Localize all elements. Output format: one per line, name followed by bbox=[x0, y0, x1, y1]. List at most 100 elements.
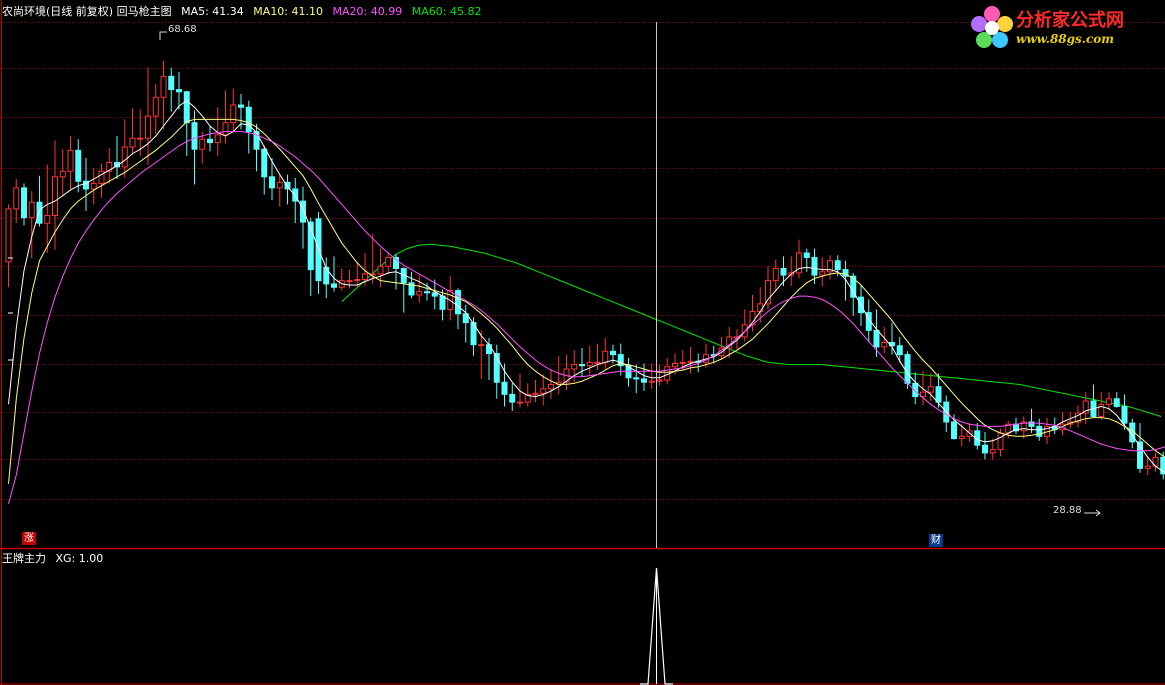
candle-body-down bbox=[982, 444, 988, 454]
candle-body-up bbox=[121, 146, 128, 168]
candle bbox=[160, 60, 167, 130]
candle bbox=[656, 364, 663, 386]
candle-body-down bbox=[904, 354, 911, 384]
ma20-line bbox=[8, 131, 1165, 504]
candle-body-down bbox=[331, 283, 337, 288]
moving-average-lines bbox=[8, 99, 1165, 504]
candle bbox=[982, 431, 988, 460]
candle-body-up bbox=[989, 449, 996, 454]
candle-body-up bbox=[586, 361, 593, 367]
candle bbox=[1044, 417, 1050, 445]
sub-panel-chart bbox=[640, 567, 673, 685]
candle-body-up bbox=[765, 280, 771, 305]
candle-body-up bbox=[594, 361, 601, 364]
candle-body-up bbox=[13, 187, 20, 210]
logo: 分析家公式网 www.88gs.com bbox=[968, 4, 1160, 52]
candle-body-up bbox=[757, 303, 764, 313]
candle bbox=[346, 269, 353, 289]
candle-body-up bbox=[1144, 465, 1151, 469]
candle-body-up bbox=[602, 350, 609, 363]
high-price-label: 68.68 bbox=[168, 24, 197, 35]
candle-body-down bbox=[486, 344, 492, 355]
candle bbox=[385, 251, 392, 274]
candle-body-up bbox=[160, 75, 167, 98]
candle-body-up bbox=[687, 360, 694, 363]
candle-body-up bbox=[958, 435, 965, 440]
candle bbox=[1059, 412, 1066, 436]
candle bbox=[501, 363, 508, 407]
candle bbox=[191, 110, 198, 185]
candle-body-up bbox=[679, 361, 686, 364]
candle bbox=[1020, 416, 1027, 439]
candle bbox=[121, 119, 128, 178]
candle-body-down bbox=[493, 353, 500, 383]
candle-body-up bbox=[137, 137, 144, 140]
ma60-line-group bbox=[341, 243, 1162, 417]
candle-body-down bbox=[207, 138, 213, 144]
candle-body-down bbox=[1113, 398, 1120, 408]
ma60-line bbox=[341, 243, 1162, 417]
candle bbox=[1152, 452, 1159, 472]
candlestick-series[interactable] bbox=[5, 60, 1165, 505]
candle-body-up bbox=[881, 341, 888, 348]
candle-body-up bbox=[52, 176, 58, 216]
candle bbox=[625, 357, 632, 387]
ma5-value: MA5: 41.34 bbox=[181, 5, 244, 18]
candle-body-up bbox=[199, 138, 206, 150]
candle-body-up bbox=[90, 182, 97, 190]
candle-body-up bbox=[152, 96, 159, 117]
candle bbox=[493, 344, 500, 399]
candle-body-up bbox=[927, 386, 934, 393]
candle-body-down bbox=[183, 91, 190, 124]
candle-body-up bbox=[656, 379, 663, 382]
start-badge: 涨 bbox=[22, 532, 36, 545]
candle bbox=[59, 149, 66, 197]
candle-body-up bbox=[59, 170, 66, 178]
candle-body-down bbox=[168, 75, 175, 91]
ma5-line bbox=[8, 99, 1165, 473]
candle-body-up bbox=[672, 362, 678, 368]
candle-body-up bbox=[67, 149, 74, 172]
candle bbox=[52, 140, 58, 250]
candle bbox=[300, 186, 306, 249]
candle bbox=[5, 204, 12, 288]
ma60-value: MA60: 45.82 bbox=[411, 5, 482, 18]
candle-body-down bbox=[36, 201, 43, 224]
candle bbox=[532, 380, 539, 403]
candle bbox=[44, 164, 51, 254]
candle-body-down bbox=[811, 256, 818, 276]
candle-body-up bbox=[648, 380, 655, 383]
candle bbox=[788, 256, 795, 287]
candle bbox=[106, 148, 113, 184]
candle-body-up bbox=[28, 201, 35, 219]
candle bbox=[633, 364, 640, 394]
candle bbox=[1121, 394, 1128, 430]
candle-body-up bbox=[540, 388, 547, 394]
candle-body-up bbox=[1106, 398, 1112, 405]
candle bbox=[540, 374, 547, 406]
candle-body-down bbox=[834, 260, 841, 271]
candle-body-down bbox=[803, 252, 810, 258]
candle-body-up bbox=[548, 383, 554, 390]
candle-body-down bbox=[238, 104, 244, 108]
chart-canvas[interactable] bbox=[0, 0, 1165, 685]
candle-body-up bbox=[354, 279, 361, 282]
candle-body-up bbox=[5, 208, 12, 263]
candle bbox=[989, 438, 996, 460]
candle-body-up bbox=[571, 364, 578, 370]
candle-body-down bbox=[261, 148, 268, 178]
candle bbox=[36, 175, 43, 227]
candle bbox=[548, 368, 554, 399]
candle-body-up bbox=[44, 214, 51, 224]
candle bbox=[586, 345, 593, 375]
candle-body-down bbox=[323, 266, 330, 285]
candle bbox=[664, 357, 671, 385]
sub-panel-header: 王牌主力 XG: 1.00 bbox=[2, 550, 109, 566]
candle bbox=[145, 67, 151, 165]
candle bbox=[75, 139, 82, 193]
candle-body-up bbox=[214, 134, 221, 144]
candle-body-up bbox=[377, 265, 384, 275]
candle-body-up bbox=[222, 122, 229, 136]
candle bbox=[803, 248, 810, 272]
candle bbox=[555, 355, 562, 395]
